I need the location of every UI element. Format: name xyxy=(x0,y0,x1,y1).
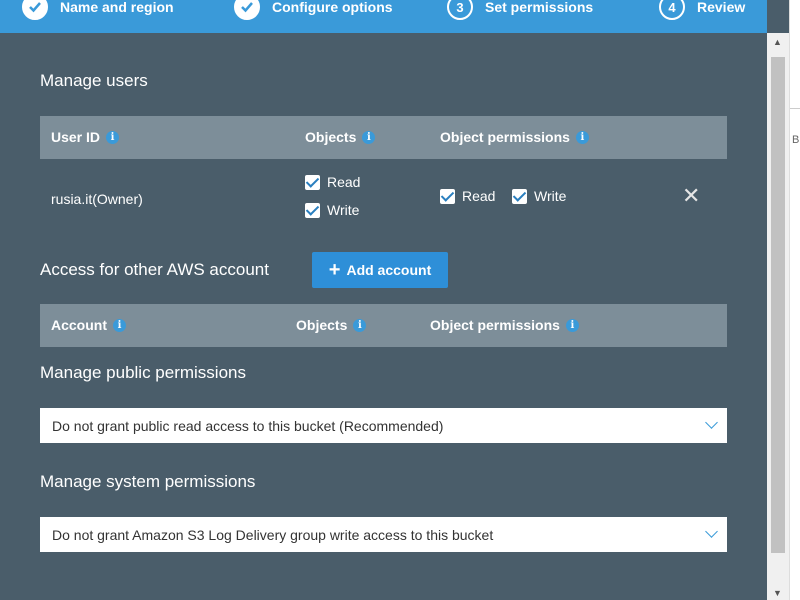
permissions-write-checkbox[interactable]: Write xyxy=(512,188,566,204)
step-configure-options[interactable]: Configure options xyxy=(234,0,393,20)
step-review[interactable]: 4 Review xyxy=(659,0,745,20)
column-objects: Objects xyxy=(305,129,357,145)
info-icon[interactable]: i xyxy=(362,130,376,144)
info-icon[interactable]: i xyxy=(575,130,589,144)
users-table-header: User ID i Objects i Object permissions i xyxy=(40,116,727,159)
objects-read-checkbox[interactable]: Read xyxy=(305,174,360,190)
step-label: Review xyxy=(697,0,746,15)
accounts-table-header: Account i Objects i Object permissions i xyxy=(40,304,727,347)
checkbox-label: Read xyxy=(327,174,361,190)
info-icon[interactable]: i xyxy=(353,318,367,332)
scroll-thumb[interactable] xyxy=(771,57,785,553)
info-icon[interactable]: i xyxy=(106,130,120,144)
column-object-permissions: Object permissions xyxy=(430,317,560,333)
checkbox-checked-icon[interactable] xyxy=(305,174,320,190)
objects-write-checkbox[interactable]: Write xyxy=(305,202,359,218)
other-account-heading: Access for other AWS account xyxy=(40,260,269,279)
step-label: Name and region xyxy=(60,0,174,15)
checkbox-label: Read xyxy=(462,188,496,204)
vertical-scrollbar[interactable]: ▲ ▼ xyxy=(767,33,789,600)
permissions-read-checkbox[interactable]: Read xyxy=(440,188,495,204)
plus-icon: + xyxy=(328,259,341,281)
checkbox-checked-icon[interactable] xyxy=(440,188,455,204)
public-permissions-heading: Manage public permissions xyxy=(40,363,246,382)
manage-users-heading: Manage users xyxy=(40,71,148,90)
step-number: 4 xyxy=(659,0,685,20)
checkbox-label: Write xyxy=(327,202,360,218)
checkbox-checked-icon[interactable] xyxy=(305,202,320,218)
column-objects: Objects xyxy=(296,317,348,333)
step-number: 3 xyxy=(447,0,473,20)
chevron-down-icon xyxy=(705,416,718,429)
partial-text: B xyxy=(792,134,800,146)
add-account-button[interactable]: + Add account xyxy=(312,252,448,288)
check-icon xyxy=(22,0,48,20)
scroll-up-arrow-icon[interactable]: ▲ xyxy=(773,37,782,47)
scroll-down-arrow-icon[interactable]: ▼ xyxy=(773,588,782,598)
column-account: Account xyxy=(51,317,107,333)
step-label: Configure options xyxy=(272,0,393,15)
system-permissions-heading: Manage system permissions xyxy=(40,472,256,491)
wizard-stepper: Name and region Configure options 3 Set … xyxy=(0,0,767,33)
user-id: rusia.it(Owner) xyxy=(51,191,143,207)
checkbox-label: Write xyxy=(534,188,567,204)
info-icon[interactable]: i xyxy=(113,318,126,332)
select-value: Do not grant Amazon S3 Log Delivery grou… xyxy=(52,526,494,543)
check-icon xyxy=(234,0,260,20)
step-label: Set permissions xyxy=(485,0,594,15)
remove-user-icon[interactable]: ✕ xyxy=(682,185,700,207)
step-name-and-region[interactable]: Name and region xyxy=(22,0,174,20)
select-value: Do not grant public read access to this … xyxy=(52,417,444,434)
divider xyxy=(790,108,800,109)
checkbox-checked-icon[interactable] xyxy=(512,188,527,204)
step-set-permissions[interactable]: 3 Set permissions xyxy=(447,0,593,20)
system-permissions-select[interactable]: Do not grant Amazon S3 Log Delivery grou… xyxy=(40,517,727,552)
chevron-down-icon xyxy=(705,525,718,538)
background-page-strip: B xyxy=(789,0,800,600)
info-icon[interactable]: i xyxy=(565,318,579,332)
public-permissions-select[interactable]: Do not grant public read access to this … xyxy=(40,408,727,443)
column-user-id: User ID xyxy=(51,129,101,145)
column-object-permissions: Object permissions xyxy=(440,129,570,145)
add-account-label: Add account xyxy=(346,262,432,278)
